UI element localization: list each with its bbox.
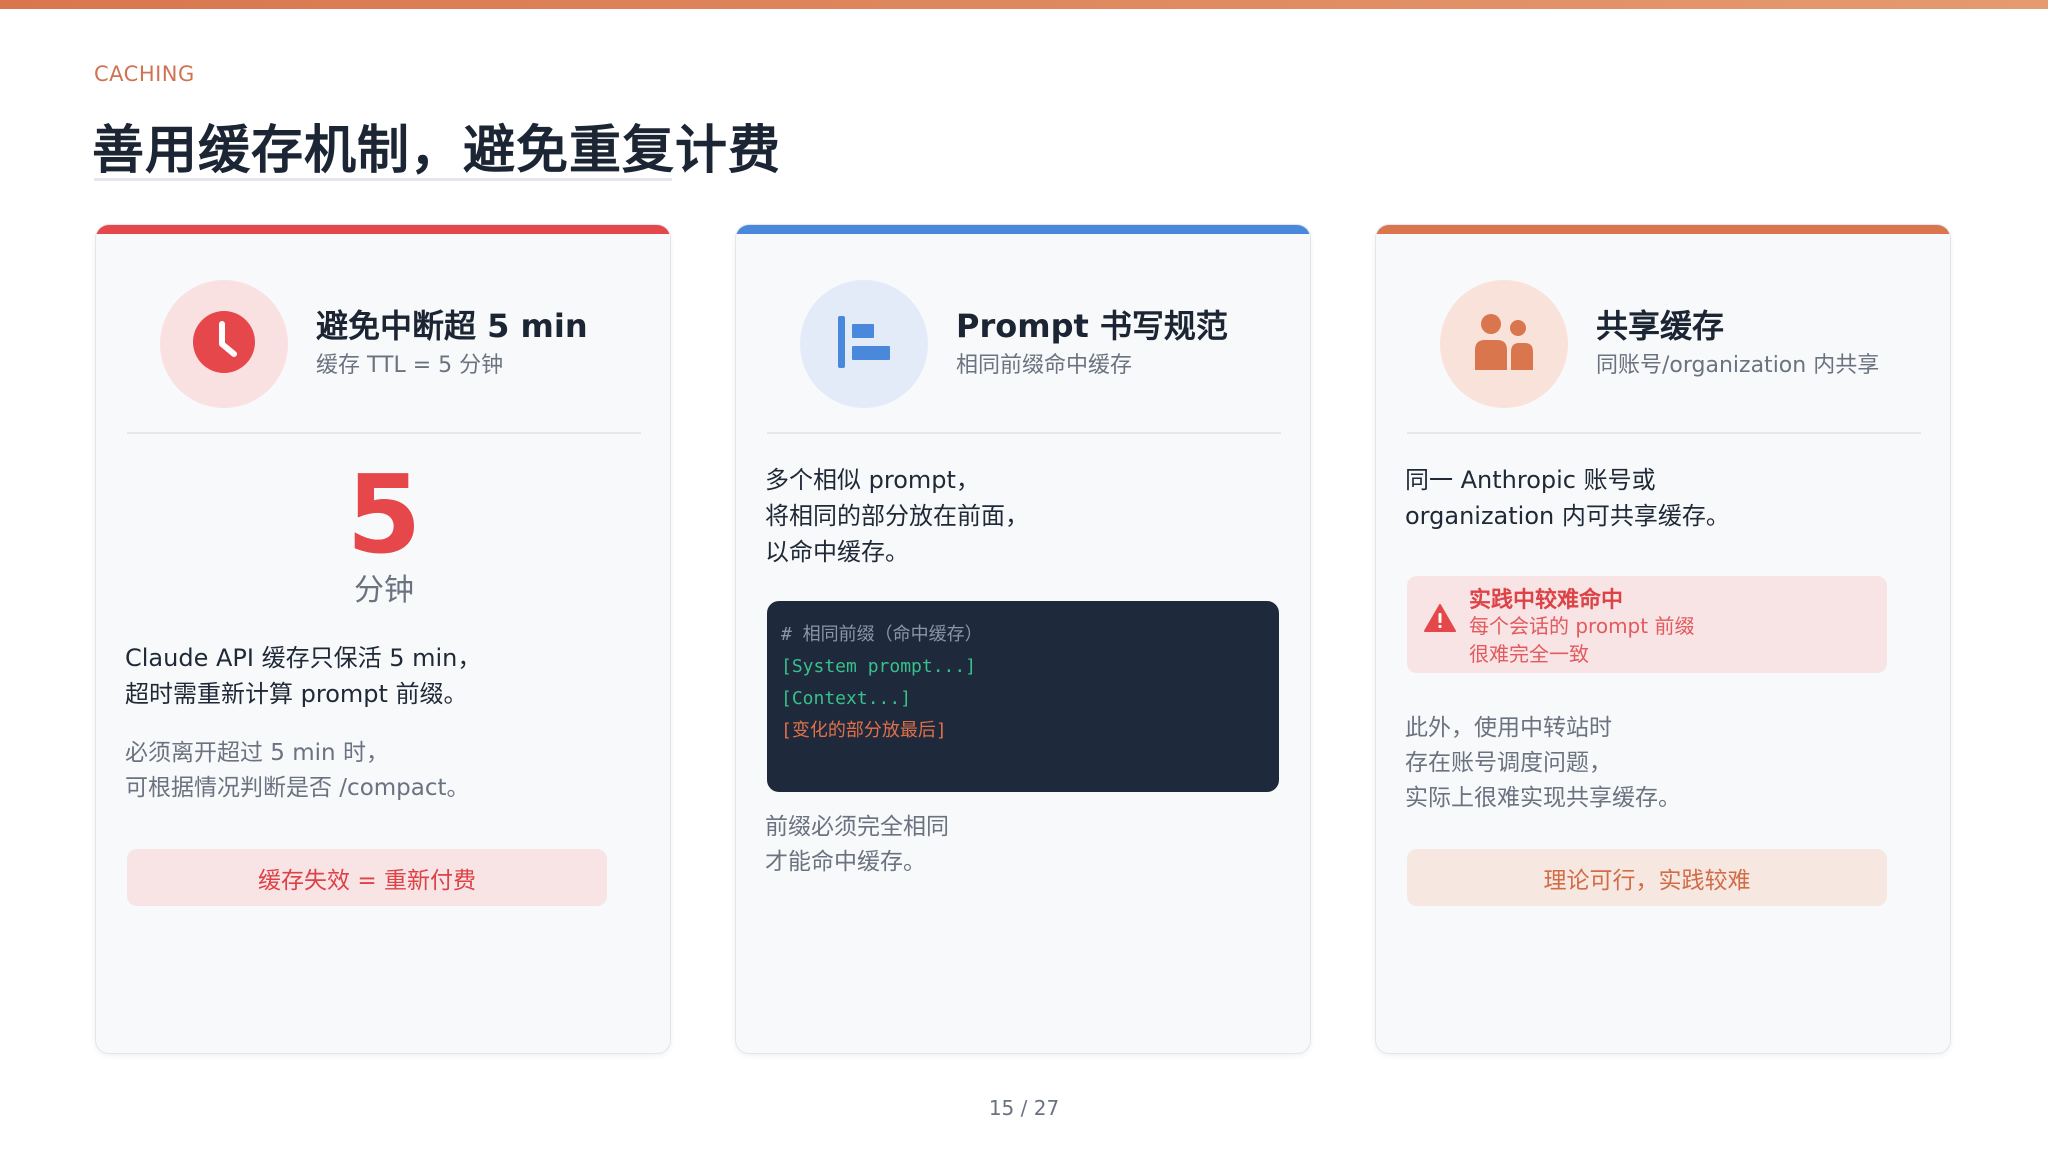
- code-example: # 相同前缀（命中缓存） [System prompt...] [Context…: [767, 601, 1279, 792]
- note-line: 前缀必须完全相同: [765, 814, 949, 840]
- warning-callout: 实践中较难命中 每个会话的 prompt 前缀 很难完全一致: [1407, 576, 1887, 673]
- card-accent-bar: [96, 225, 670, 234]
- card-shared-cache: 共享缓存 同账号/organization 内共享 同一 Anthropic 账…: [1375, 224, 1951, 1054]
- card-note: 必须离开超过 5 min 时， 可根据情况判断是否 /compact。: [125, 736, 645, 806]
- card-subtitle: 同账号/organization 内共享: [1596, 353, 1880, 378]
- status-pill: 缓存失效 = 重新付费: [127, 849, 607, 906]
- card-subtitle: 缓存 TTL = 5 分钟: [316, 353, 504, 378]
- card-avoid-interrupt: 避免中断超 5 min 缓存 TTL = 5 分钟 5 分钟 Claude AP…: [95, 224, 671, 1054]
- code-line: [System prompt...]: [781, 656, 977, 677]
- note-line: 此外，使用中转站时: [1405, 715, 1612, 741]
- code-comment-line: # 相同前缀（命中缓存）: [781, 624, 983, 645]
- note-line: 实际上很难实现共享缓存。: [1405, 785, 1681, 811]
- card-body: 多个相似 prompt， 将相同的部分放在前面， 以命中缓存。: [765, 462, 1285, 570]
- card-divider: [767, 432, 1281, 434]
- code-line: [变化的部分放最后]: [781, 720, 947, 741]
- body-line: 多个相似 prompt，: [765, 466, 980, 494]
- ttl-unit: 分钟: [354, 573, 414, 608]
- card-title: 避免中断超 5 min: [316, 307, 588, 345]
- card-divider: [127, 432, 641, 434]
- warning-text: 每个会话的 prompt 前缀 很难完全一致: [1469, 612, 1694, 668]
- body-line: 超时需重新计算 prompt 前缀。: [125, 680, 468, 708]
- body-line: organization 内可共享缓存。: [1405, 502, 1730, 530]
- users-icon: [1471, 312, 1537, 376]
- icon-badge: [160, 280, 288, 408]
- warning-title: 实践中较难命中: [1469, 588, 1624, 613]
- card-divider: [1407, 432, 1921, 434]
- card-subtitle: 相同前缀命中缓存: [956, 353, 1133, 378]
- icon-badge: [1440, 280, 1568, 408]
- align-left-icon: [834, 312, 894, 376]
- card-body: 同一 Anthropic 账号或 organization 内可共享缓存。: [1405, 462, 1925, 534]
- body-line: Claude API 缓存只保活 5 min，: [125, 644, 482, 672]
- warning-line: 很难完全一致: [1469, 642, 1589, 666]
- page-title: 善用缓存机制，避免重复计费: [92, 121, 782, 181]
- section-eyebrow: CACHING: [94, 62, 195, 86]
- card-note: 此外，使用中转站时 存在账号调度问题， 实际上很难实现共享缓存。: [1405, 711, 1925, 816]
- card-accent-bar: [1376, 225, 1950, 234]
- note-line: 可根据情况判断是否 /compact。: [125, 775, 470, 801]
- status-pill: 理论可行，实践较难: [1407, 849, 1887, 906]
- clock-icon: [192, 310, 256, 378]
- card-body: Claude API 缓存只保活 5 min， 超时需重新计算 prompt 前…: [125, 640, 645, 712]
- card-accent-bar: [736, 225, 1310, 234]
- warning-icon: [1424, 603, 1456, 633]
- page-number: 15 / 27: [988, 1096, 1060, 1120]
- note-line: 存在账号调度问题，: [1405, 750, 1612, 776]
- title-underline: [94, 178, 672, 181]
- top-accent-bar: [0, 0, 2048, 9]
- code-line: [Context...]: [781, 688, 912, 709]
- body-line: 以命中缓存。: [765, 538, 909, 566]
- card-title: 共享缓存: [1596, 307, 1725, 345]
- warning-line: 每个会话的 prompt 前缀: [1469, 614, 1695, 638]
- card-note: 前缀必须完全相同 才能命中缓存。: [765, 810, 1285, 880]
- note-line: 才能命中缓存。: [765, 849, 926, 875]
- slide: CACHING 善用缓存机制，避免重复计费 避免中断超 5 min 缓存 TTL…: [0, 0, 2048, 1152]
- ttl-number: 5: [346, 453, 422, 578]
- note-line: 必须离开超过 5 min 时，: [125, 740, 389, 766]
- card-prompt-guidelines: Prompt 书写规范 相同前缀命中缓存 多个相似 prompt， 将相同的部分…: [735, 224, 1311, 1054]
- icon-badge: [800, 280, 928, 408]
- body-line: 将相同的部分放在前面，: [765, 502, 1029, 530]
- card-title: Prompt 书写规范: [956, 307, 1228, 345]
- body-line: 同一 Anthropic 账号或: [1405, 466, 1656, 494]
